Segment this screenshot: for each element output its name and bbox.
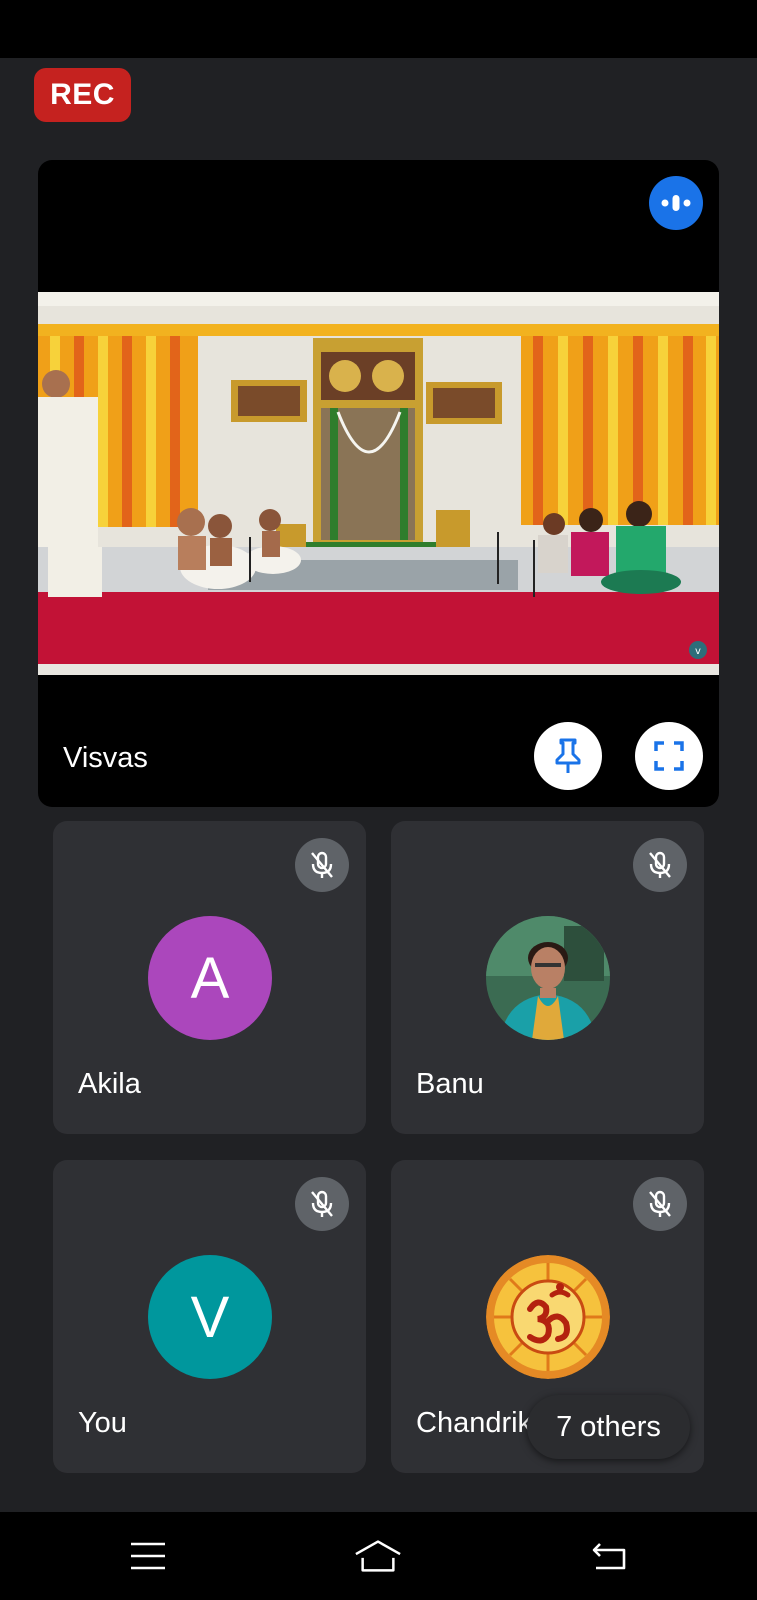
participant-name: Banu xyxy=(416,1068,484,1100)
avatar-photo xyxy=(486,916,610,1040)
status-bar xyxy=(0,0,757,58)
audio-wave-icon xyxy=(649,176,703,230)
main-participant-tile[interactable]: v Visvas xyxy=(38,160,719,807)
fullscreen-icon xyxy=(654,741,684,771)
recording-badge: REC xyxy=(34,68,131,122)
system-nav-bar xyxy=(0,1512,757,1600)
mic-off-icon xyxy=(295,1177,349,1231)
home-icon xyxy=(355,1540,401,1572)
back-button[interactable] xyxy=(586,1532,634,1580)
mic-off-icon xyxy=(633,838,687,892)
video-feed: v xyxy=(38,292,719,675)
main-participant-name: Visvas xyxy=(63,742,148,774)
others-chip[interactable]: 7 others xyxy=(527,1395,690,1459)
participant-tile[interactable]: Banu xyxy=(391,821,704,1134)
mic-off-icon xyxy=(295,838,349,892)
home-button[interactable] xyxy=(354,1532,402,1580)
back-icon xyxy=(592,1543,626,1570)
avatar: V xyxy=(148,1255,272,1379)
pin-button[interactable] xyxy=(534,722,602,790)
participant-name: You xyxy=(78,1407,127,1439)
pin-icon xyxy=(555,738,581,773)
menu-button[interactable] xyxy=(124,1532,172,1580)
participant-name: Akila xyxy=(78,1068,141,1100)
mic-off-icon xyxy=(633,1177,687,1231)
participant-tile[interactable]: A Akila xyxy=(53,821,366,1134)
avatar: A xyxy=(148,916,272,1040)
menu-icon xyxy=(131,1542,165,1570)
om-symbol-avatar xyxy=(486,1255,610,1379)
participant-tile[interactable]: V You xyxy=(53,1160,366,1473)
video-watermark: v xyxy=(695,646,701,657)
fullscreen-button[interactable] xyxy=(635,722,703,790)
